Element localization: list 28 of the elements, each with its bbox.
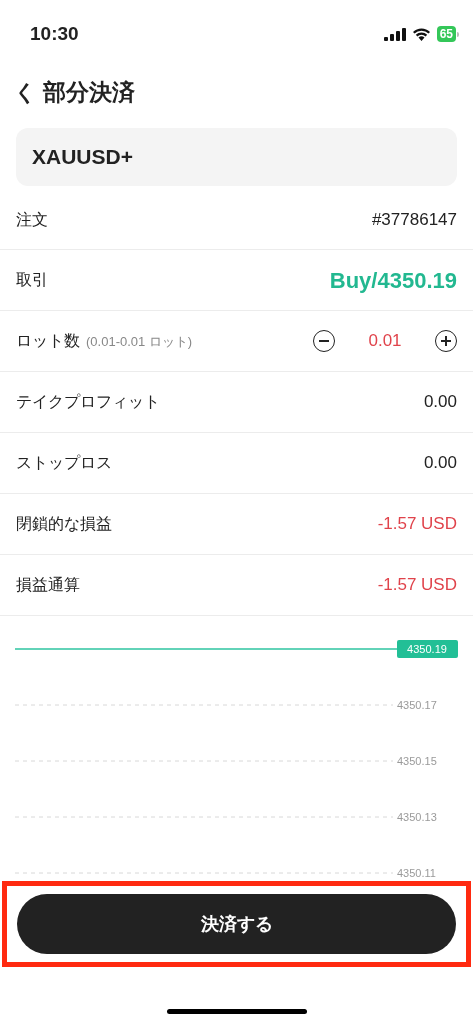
price-level-label: 4350.11	[397, 867, 436, 879]
row-value: 0.00	[423, 391, 457, 414]
row-label: テイクプロフィット	[16, 392, 160, 412]
symbol-box: XAUUSD+	[16, 128, 457, 186]
row-value: #37786147	[371, 208, 457, 231]
row-value: -1.57 USD	[377, 513, 457, 536]
row-label: 閉鎖的な損益	[16, 514, 112, 534]
wifi-icon	[411, 27, 431, 41]
price-level-label: 4350.17	[397, 699, 437, 711]
lot-range: (0.01-0.01 ロット)	[86, 333, 193, 351]
row-value: Buy/4350.19	[329, 266, 457, 295]
row-value: -1.57 USD	[377, 574, 457, 597]
battery-icon: 65	[436, 26, 459, 42]
row-label: 取引	[16, 270, 48, 290]
row-label: ロット数	[16, 331, 80, 351]
row-value: 0.00	[423, 452, 457, 475]
row-label: ストップロス	[16, 453, 112, 473]
price-level-label: 4350.13	[397, 811, 437, 823]
price-level-label: 4350.15	[397, 755, 437, 767]
price-tag: 4350.19	[397, 640, 458, 658]
lot-value: 0.01	[367, 330, 403, 353]
back-button[interactable]: く	[14, 75, 37, 109]
row-label: 注文	[16, 209, 48, 230]
close-position-button[interactable]: 決済する	[17, 894, 456, 954]
signal-icon	[383, 27, 406, 41]
page-title: 部分決済	[43, 77, 135, 107]
status-time: 10:30	[30, 21, 79, 46]
row-label: 損益通算	[16, 575, 80, 595]
